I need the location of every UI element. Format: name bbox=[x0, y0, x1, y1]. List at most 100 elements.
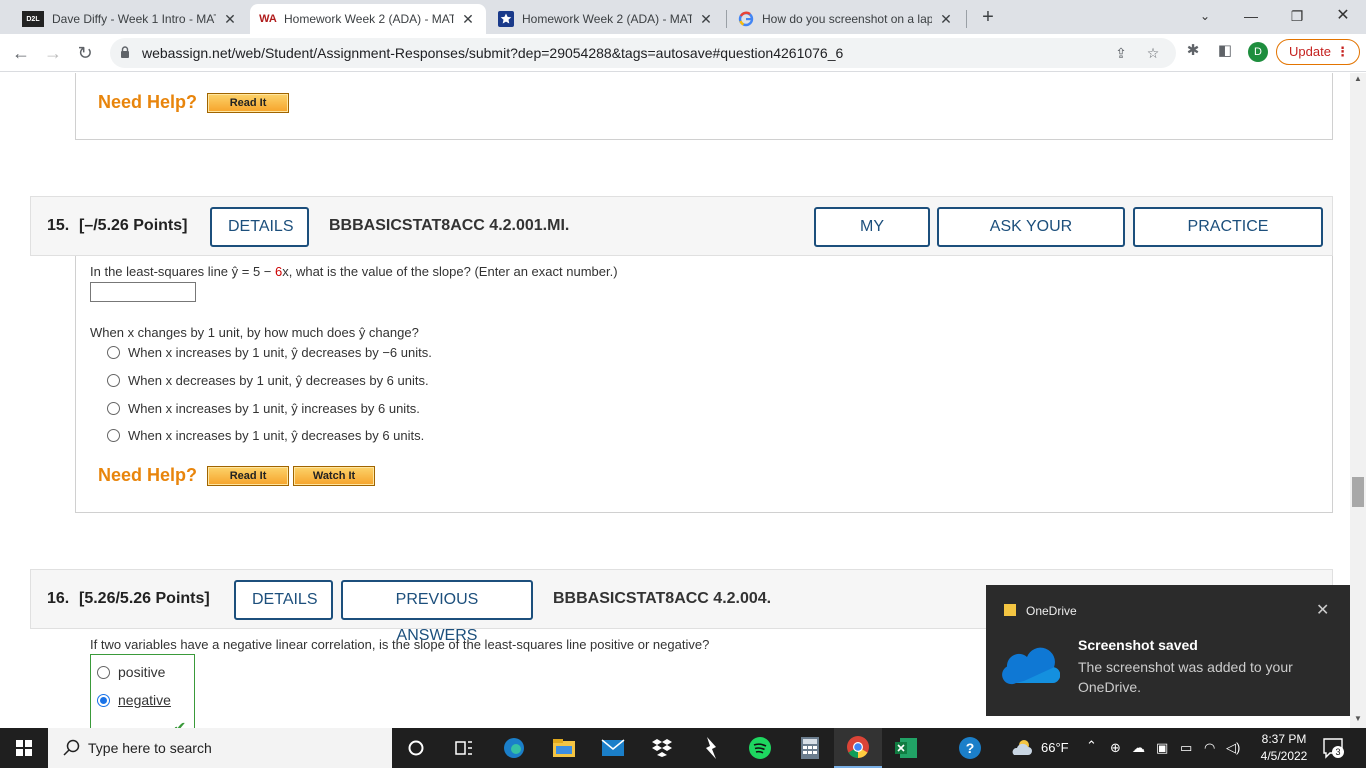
read-it-button[interactable]: Read It bbox=[207, 92, 290, 113]
meet-now-icon[interactable]: ⊕ bbox=[1110, 740, 1121, 756]
close-toast-icon[interactable]: ✕ bbox=[1316, 600, 1329, 620]
onedrive-toast[interactable]: OneDrive ✕ Screenshot saved The screensh… bbox=[986, 585, 1350, 716]
help-icon[interactable]: ? bbox=[946, 728, 994, 768]
dropbox-icon[interactable] bbox=[638, 728, 686, 768]
taskbar-clock[interactable]: 8:37 PM 4/5/2022 bbox=[1254, 731, 1314, 765]
radio-button[interactable] bbox=[107, 346, 120, 359]
back-arrow-icon[interactable]: ← bbox=[8, 40, 34, 66]
my-notes-button[interactable]: MY NOTES bbox=[814, 207, 930, 271]
toast-heading: Screenshot saved bbox=[1078, 637, 1198, 653]
toast-message: The screenshot was added to your OneDriv… bbox=[1078, 659, 1293, 695]
close-tab-icon[interactable]: ✕ bbox=[938, 11, 954, 27]
cortana-icon[interactable] bbox=[392, 728, 440, 768]
answer-option[interactable]: positive bbox=[97, 664, 165, 680]
display-icon[interactable]: ▣ bbox=[1156, 740, 1168, 756]
show-hidden-icons-icon[interactable]: ⌃ bbox=[1086, 738, 1097, 754]
option-label: When x increases by 1 unit, ŷ decreases … bbox=[128, 428, 425, 443]
need-help-label: Need Help? bbox=[98, 465, 198, 485]
question-code: BBBASICSTAT8ACC 4.2.001.MI. bbox=[329, 217, 570, 234]
restore-icon[interactable]: ❐ bbox=[1274, 0, 1320, 32]
notification-count-badge: 3 bbox=[1332, 746, 1344, 758]
radio-button[interactable] bbox=[107, 429, 120, 442]
reload-icon[interactable]: ↻ bbox=[72, 40, 98, 66]
radio-button[interactable] bbox=[97, 665, 110, 679]
radio-button[interactable] bbox=[107, 374, 120, 387]
slope-answer-input[interactable] bbox=[90, 282, 196, 302]
volume-icon[interactable]: ◁) bbox=[1226, 740, 1240, 756]
watch-it-button[interactable]: Watch It bbox=[293, 465, 376, 486]
windows-taskbar: Type here to search ? 66°F ⌃ ⊕ ☁ ▣ ▭ ◠ ◁… bbox=[0, 728, 1366, 768]
file-explorer-icon[interactable] bbox=[540, 728, 588, 768]
ask-your-teacher-button[interactable]: ASK YOUR TEACHER bbox=[937, 207, 1125, 271]
close-window-icon[interactable]: ✕ bbox=[1320, 0, 1366, 32]
tab-google[interactable]: How do you screenshot on a lapt ✕ bbox=[728, 4, 964, 34]
weather-icon[interactable] bbox=[1010, 737, 1034, 762]
details-button[interactable]: DETAILS bbox=[234, 580, 333, 620]
tab-strip: D2L Dave Diffy - Week 1 Intro - MATH ✕ W… bbox=[0, 0, 1366, 34]
onedrive-tray-icon[interactable]: ☁ bbox=[1132, 740, 1145, 756]
scrollbar-track[interactable] bbox=[1350, 73, 1366, 728]
details-button[interactable]: DETAILS bbox=[210, 207, 309, 247]
read-it-button[interactable]: Read It bbox=[207, 465, 290, 486]
chrome-icon[interactable] bbox=[834, 728, 882, 768]
tab-webassign-2[interactable]: Homework Week 2 (ADA) - MATH ✕ bbox=[488, 4, 724, 34]
lock-icon bbox=[121, 46, 129, 58]
question-16-answer-group: positive negative ✔ bbox=[90, 654, 195, 728]
spotify-icon[interactable] bbox=[736, 728, 784, 768]
tab-title: Homework Week 2 (ADA) - MATH bbox=[522, 12, 692, 26]
scroll-up-icon[interactable]: ▲ bbox=[1350, 74, 1366, 86]
excel-icon[interactable] bbox=[882, 728, 930, 768]
tab-webassign-active[interactable]: WA Homework Week 2 (ADA) - MATH ✕ bbox=[250, 4, 486, 34]
mail-icon[interactable] bbox=[589, 728, 637, 768]
url-text[interactable]: webassign.net/web/Student/Assignment-Res… bbox=[142, 45, 843, 61]
radio-button-selected[interactable] bbox=[97, 693, 110, 707]
update-button[interactable]: Update ⋮ bbox=[1276, 39, 1360, 65]
weather-temperature[interactable]: 66°F bbox=[1041, 740, 1069, 755]
tab-search-chevron-icon[interactable]: ⌄ bbox=[1182, 0, 1228, 32]
notification-center-icon[interactable]: 3 bbox=[1322, 737, 1344, 759]
clock-date: 4/5/2022 bbox=[1260, 749, 1308, 763]
wifi-icon[interactable]: ◠ bbox=[1204, 740, 1215, 756]
side-panel-icon[interactable]: ◧ bbox=[1216, 42, 1234, 60]
clock-time: 8:37 PM bbox=[1261, 732, 1307, 746]
answer-option[interactable]: When x increases by 1 unit, ŷ decreases … bbox=[107, 345, 432, 360]
question-code: BBBASICSTAT8ACC 4.2.004. bbox=[553, 590, 772, 607]
webassign-favicon: WA bbox=[259, 13, 277, 25]
radio-button[interactable] bbox=[107, 402, 120, 415]
tab-d2l[interactable]: D2L Dave Diffy - Week 1 Intro - MATH ✕ bbox=[12, 4, 248, 34]
close-tab-icon[interactable]: ✕ bbox=[222, 11, 238, 27]
extensions-puzzle-icon[interactable]: ✱ bbox=[1184, 42, 1202, 60]
answer-option-selected[interactable]: negative bbox=[97, 692, 171, 708]
question-number: 16. bbox=[47, 590, 70, 607]
new-tab-icon[interactable]: + bbox=[976, 6, 1000, 30]
close-tab-icon[interactable]: ✕ bbox=[698, 11, 714, 27]
bookmark-star-icon[interactable]: ☆ bbox=[1144, 44, 1162, 62]
answer-option[interactable]: When x increases by 1 unit, ŷ decreases … bbox=[107, 428, 424, 443]
share-icon[interactable]: ⇪ bbox=[1112, 44, 1130, 62]
scroll-down-icon[interactable]: ▼ bbox=[1350, 714, 1366, 726]
close-tab-icon[interactable]: ✕ bbox=[460, 11, 476, 27]
tab-title: Homework Week 2 (ADA) - MATH bbox=[284, 12, 454, 26]
option-label: negative bbox=[118, 692, 171, 708]
taskbar-search-box[interactable]: Type here to search bbox=[48, 728, 392, 768]
profile-avatar[interactable]: D bbox=[1248, 42, 1268, 62]
question-points: [5.26/5.26 Points] bbox=[79, 590, 210, 607]
answer-option[interactable]: When x decreases by 1 unit, ŷ decreases … bbox=[107, 373, 429, 388]
address-bar[interactable]: webassign.net/web/Student/Assignment-Res… bbox=[110, 38, 1176, 68]
lightning-app-icon[interactable] bbox=[687, 728, 735, 768]
minimize-icon[interactable]: — bbox=[1228, 0, 1274, 32]
previous-answers-button[interactable]: PREVIOUS ANSWERS bbox=[341, 580, 533, 644]
answer-option[interactable]: When x increases by 1 unit, ŷ increases … bbox=[107, 401, 420, 416]
scrollbar-thumb[interactable] bbox=[1352, 477, 1364, 507]
practice-another-button[interactable]: PRACTICE ANOTHER bbox=[1133, 207, 1323, 271]
forward-arrow-icon[interactable]: → bbox=[40, 40, 66, 66]
task-view-icon[interactable] bbox=[440, 728, 488, 768]
option-label: When x increases by 1 unit, ŷ decreases … bbox=[128, 345, 432, 360]
battery-icon[interactable]: ▭ bbox=[1180, 740, 1192, 756]
edge-icon[interactable] bbox=[490, 728, 538, 768]
toast-app-name: OneDrive bbox=[1026, 604, 1077, 618]
browser-toolbar: ← → ↻ webassign.net/web/Student/Assignme… bbox=[0, 34, 1366, 72]
calculator-icon[interactable] bbox=[786, 728, 834, 768]
star-badge-favicon bbox=[498, 11, 514, 27]
windows-start-icon[interactable] bbox=[0, 728, 48, 768]
